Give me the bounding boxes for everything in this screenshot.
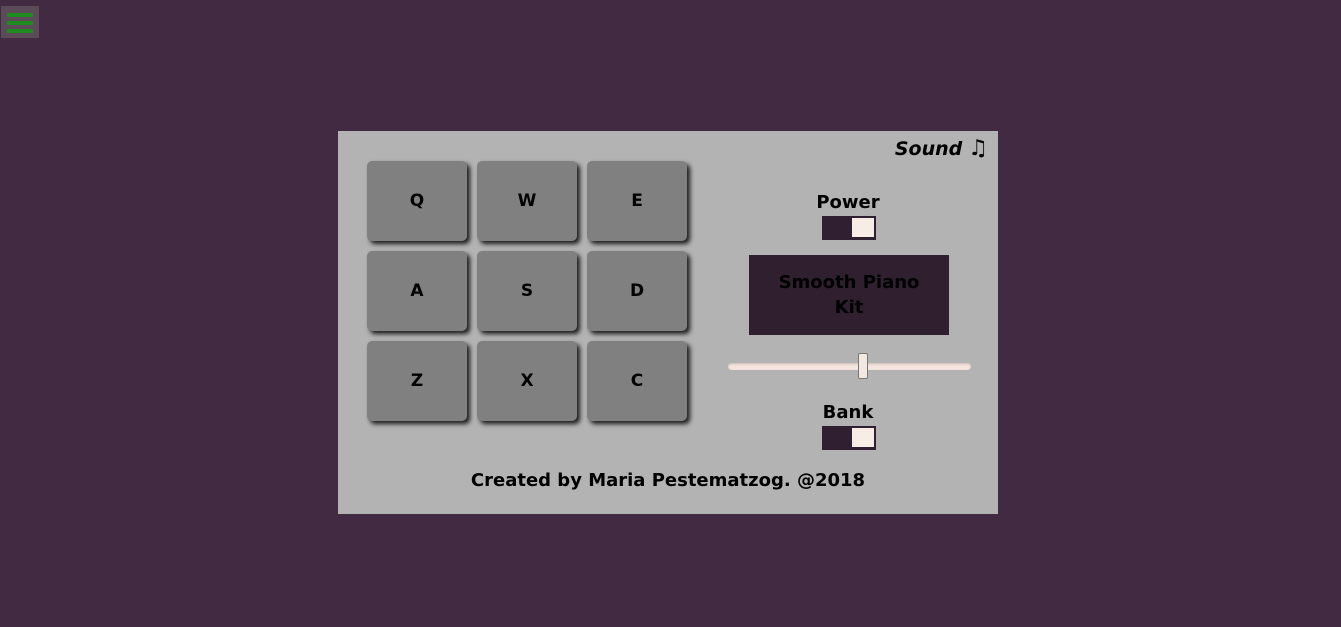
hamburger-icon	[7, 13, 33, 17]
menu-button[interactable]	[1, 6, 39, 38]
bank-toggle[interactable]	[822, 426, 876, 450]
drum-pad-w[interactable]: W	[477, 161, 577, 241]
sound-display: Smooth Piano Kit	[749, 255, 949, 335]
drum-pad-z[interactable]: Z	[367, 341, 467, 421]
volume-slider[interactable]	[728, 363, 971, 370]
hamburger-icon-bar	[7, 21, 33, 25]
volume-slider-thumb[interactable]	[858, 353, 868, 379]
drum-pad-c[interactable]: C	[587, 341, 687, 421]
bank-toggle-knob	[852, 428, 874, 447]
bank-label: Bank	[822, 402, 874, 423]
drum-pad-d[interactable]: D	[587, 251, 687, 331]
power-toggle[interactable]	[822, 216, 876, 240]
hamburger-icon-bar	[7, 29, 33, 33]
drum-machine: Sound ♫ Q W E A S D Z X C Power Smooth P…	[338, 131, 998, 514]
drum-pad-x[interactable]: X	[477, 341, 577, 421]
drum-pad-s[interactable]: S	[477, 251, 577, 331]
drum-pad-e[interactable]: E	[587, 161, 687, 241]
footer-credit: Created by Maria Pestematzog. @2018	[470, 470, 866, 491]
drum-pad-a[interactable]: A	[367, 251, 467, 331]
drum-pad-q[interactable]: Q	[367, 161, 467, 241]
pad-bank: Q W E A S D Z X C	[367, 161, 689, 421]
power-label: Power	[816, 192, 880, 213]
power-toggle-knob	[852, 218, 874, 237]
controls-panel: Power Smooth Piano Kit Bank	[728, 131, 973, 461]
